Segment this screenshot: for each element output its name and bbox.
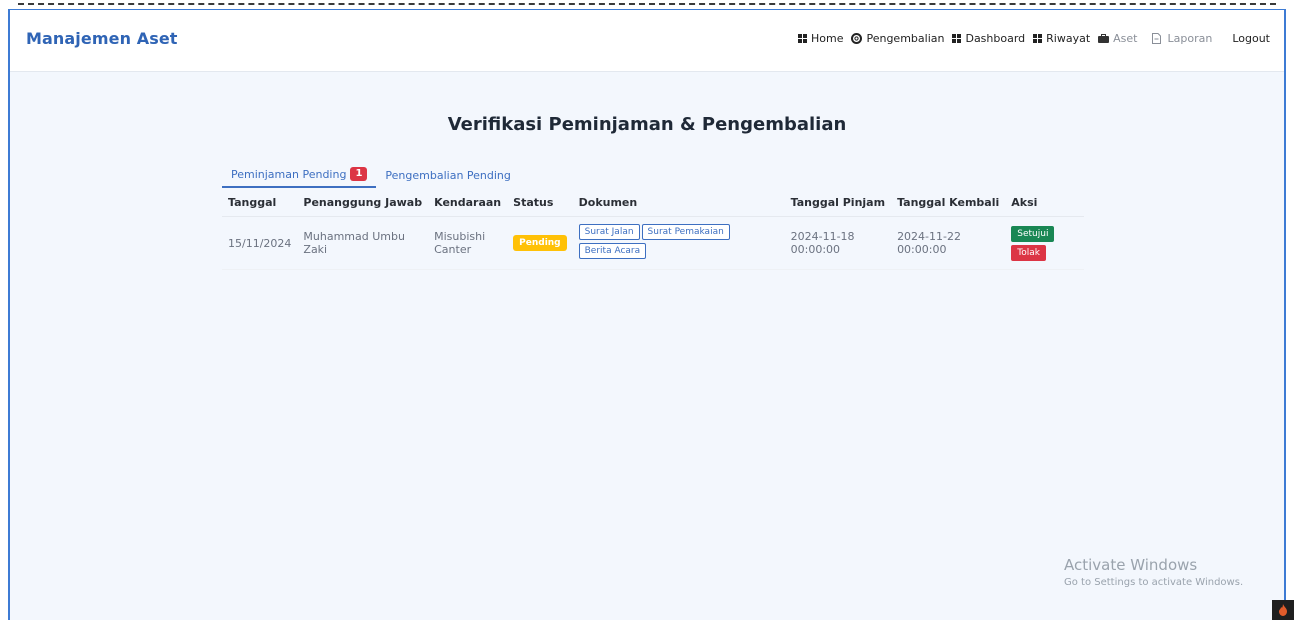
flame-icon[interactable] [1272, 600, 1294, 620]
windows-activation-watermark: Activate Windows Go to Settings to activ… [1064, 556, 1243, 588]
column-header: Kendaraan [428, 190, 508, 217]
watermark-subtitle: Go to Settings to activate Windows. [1064, 577, 1244, 588]
browser-viewport: Manajemen Aset Home Pengembalian Dashboa… [8, 9, 1286, 620]
column-header: Status [507, 190, 573, 217]
lifebuoy-icon [851, 33, 863, 44]
nav-item-pengembalian[interactable]: Pengembalian [851, 32, 944, 45]
nav-label: Riwayat [1046, 32, 1091, 45]
doc-surat-pemakaian-button[interactable]: Surat Pemakaian [641, 224, 730, 240]
file-icon [1151, 33, 1161, 44]
watermark-title: Activate Windows [1064, 556, 1198, 574]
nav-label: Aset [1113, 32, 1138, 45]
cell-tanggal: 15/11/2024 [222, 216, 298, 270]
approve-button[interactable]: Setujui [1011, 225, 1055, 242]
grid-icon [1033, 34, 1043, 43]
table-header-row: Tanggal Penanggung Jawab Kendaraan Statu… [222, 190, 1084, 217]
cell-penanggung-jawab: Muhammad Umbu Zaki [297, 216, 429, 270]
column-header: Aksi [1005, 190, 1084, 217]
nav-item-home[interactable]: Home [797, 32, 844, 45]
nav-label: Laporan [1167, 32, 1213, 45]
cell-aksi: Setujui Tolak [1005, 216, 1084, 270]
tab-label: Pengembalian Pending [385, 168, 511, 182]
page-title: Verifikasi Peminjaman & Pengembalian [447, 114, 847, 135]
doc-surat-jalan-button[interactable]: Surat Jalan [578, 224, 640, 240]
column-header: Dokumen [572, 190, 785, 217]
column-header: Tanggal Pinjam [784, 190, 892, 217]
nav-item-riwayat[interactable]: Riwayat [1033, 32, 1090, 45]
cell-status: Pending [507, 216, 573, 270]
tab-peminjaman-pending[interactable]: Peminjaman Pending 1 [222, 164, 377, 188]
doc-berita-acara-button[interactable]: Berita Acara [578, 243, 647, 259]
nav-label: Dashboard [965, 32, 1026, 45]
nav-item-aset[interactable]: Aset [1098, 32, 1138, 45]
column-header: Tanggal [222, 190, 298, 217]
cell-dokumen: Surat Jalan Surat Pemakaian Berita Acara [572, 216, 785, 270]
nav-label: Pengembalian [866, 32, 945, 45]
nav-item-laporan[interactable]: Laporan [1151, 32, 1213, 45]
briefcase-icon [1098, 34, 1110, 43]
tab-pengembalian-pending[interactable]: Pengembalian Pending [376, 164, 519, 188]
column-header: Penanggung Jawab [297, 190, 429, 217]
cell-tanggal-kembali: 2024-11-22 00:00:00 [891, 216, 1006, 270]
screenshot-top-edge [18, 3, 1276, 5]
column-header: Tanggal Kembali [891, 190, 1006, 217]
main-content: Verifikasi Peminjaman & Pengembalian Pem… [10, 72, 1284, 620]
table-row: 15/11/2024 Muhammad Umbu Zaki Misubishi … [222, 216, 1084, 270]
reject-button[interactable]: Tolak [1011, 244, 1046, 261]
pending-table: Tanggal Penanggung Jawab Kendaraan Statu… [222, 190, 1084, 270]
tab-bar: Peminjaman Pending 1 Pengembalian Pendin… [222, 164, 520, 188]
status-badge: Pending [513, 235, 567, 251]
count-badge: 1 [350, 167, 368, 181]
nav-item-dashboard[interactable]: Dashboard [952, 32, 1025, 45]
grid-icon [952, 34, 962, 43]
tab-label: Peminjaman Pending [231, 167, 347, 181]
grid-icon [797, 34, 807, 43]
top-navbar: Manajemen Aset Home Pengembalian Dashboa… [10, 10, 1284, 72]
cell-tanggal-pinjam: 2024-11-18 00:00:00 [784, 216, 892, 270]
nav-menu: Home Pengembalian Dashboard Riwayat Aset… [790, 32, 1270, 45]
logout-link[interactable]: Logout [1232, 32, 1270, 45]
cell-kendaraan: Misubishi Canter [428, 216, 508, 270]
nav-label: Home [810, 32, 844, 45]
brand-logo[interactable]: Manajemen Aset [26, 29, 178, 48]
